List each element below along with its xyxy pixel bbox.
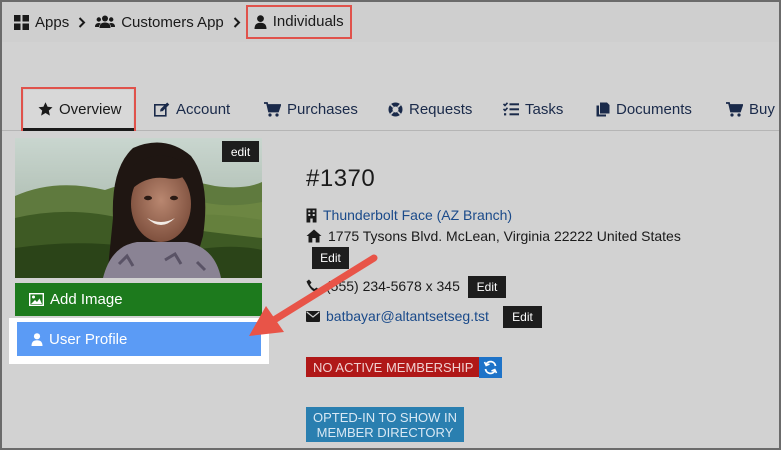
email-row: batbayar@altantsetseg.tst <box>306 308 489 324</box>
breadcrumb-customers-app-label: Customers App <box>121 13 224 31</box>
tab-bar: Overview Account Purchases Requests Task… <box>2 87 779 131</box>
phone-row: (555) 234-5678 x 345 <box>306 278 460 294</box>
support-icon <box>388 102 403 116</box>
tab-requests-label: Requests <box>409 100 473 118</box>
tab-account-label: Account <box>176 100 231 118</box>
users-icon <box>95 15 116 28</box>
tab-buy-label: Buy <box>749 100 775 118</box>
edit-icon <box>154 102 170 117</box>
refresh-icon <box>483 360 498 375</box>
tab-account[interactable]: Account <box>154 87 230 131</box>
tab-purchases[interactable]: Purchases <box>264 87 358 131</box>
phone-icon <box>306 279 320 293</box>
main-content: Overview Account Purchases Requests Task… <box>2 42 779 448</box>
phone-text: (555) 234-5678 x 345 <box>326 278 460 294</box>
window-frame: Apps Customers App Individuals Overview … <box>0 0 781 450</box>
breadcrumb-apps-label: Apps <box>35 13 70 31</box>
refresh-membership-button[interactable] <box>479 357 502 378</box>
tab-requests[interactable]: Requests <box>388 87 472 131</box>
chevron-right-icon <box>78 16 86 28</box>
user-profile-highlight: User Profile <box>9 318 269 364</box>
breadcrumb-customers-app[interactable]: Customers App <box>95 14 224 31</box>
member-directory-line-1: OPTED-IN TO SHOW IN <box>313 410 457 425</box>
tab-purchases-label: Purchases <box>287 100 358 118</box>
organization-link[interactable]: Thunderbolt Face (AZ Branch) <box>323 207 512 223</box>
address-edit-button[interactable]: Edit <box>312 247 349 269</box>
home-icon <box>306 229 322 243</box>
tab-tasks[interactable]: Tasks <box>503 87 563 131</box>
breadcrumb: Apps Customers App Individuals <box>2 2 779 42</box>
email-link[interactable]: batbayar@altantsetseg.tst <box>326 308 489 324</box>
user-profile-button[interactable]: User Profile <box>17 322 261 356</box>
image-icon <box>29 293 44 306</box>
membership-status-badge: NO ACTIVE MEMBERSHIP <box>306 357 481 377</box>
address-text: 1775 Tysons Blvd. McLean, Virginia 22222… <box>328 228 681 244</box>
building-icon <box>306 208 317 222</box>
tasks-icon <box>503 102 519 116</box>
tab-documents-label: Documents <box>616 100 692 118</box>
user-profile-label: User Profile <box>49 330 128 348</box>
address-row: 1775 Tysons Blvd. McLean, Virginia 22222… <box>306 228 681 244</box>
tab-overview-label: Overview <box>59 100 122 118</box>
documents-icon <box>596 102 610 116</box>
profile-photo: edit <box>15 138 262 278</box>
user-icon <box>254 14 267 29</box>
member-directory-line-2: MEMBER DIRECTORY <box>316 425 454 440</box>
chevron-right-icon <box>233 16 241 28</box>
tab-documents[interactable]: Documents <box>596 87 692 131</box>
cart-icon <box>264 101 281 117</box>
member-directory-badge: OPTED-IN TO SHOW IN MEMBER DIRECTORY <box>306 407 464 442</box>
add-image-button[interactable]: Add Image <box>15 283 262 316</box>
breadcrumb-apps[interactable]: Apps <box>14 14 69 31</box>
tab-tasks-label: Tasks <box>525 100 564 118</box>
grid-icon <box>14 14 29 30</box>
record-id: #1370 <box>306 165 376 192</box>
email-edit-button[interactable]: Edit <box>503 306 542 328</box>
photo-edit-button[interactable]: edit <box>222 141 259 162</box>
breadcrumb-individuals-label: Individuals <box>272 13 344 30</box>
breadcrumb-individuals[interactable]: Individuals <box>245 5 352 39</box>
envelope-icon <box>306 310 320 322</box>
add-image-label: Add Image <box>50 291 123 308</box>
phone-edit-button[interactable]: Edit <box>468 276 506 298</box>
tab-overview[interactable]: Overview <box>21 87 136 131</box>
user-icon <box>31 332 43 346</box>
star-icon <box>38 102 53 116</box>
tab-buy[interactable]: Buy <box>726 87 775 131</box>
cart-icon <box>726 101 743 117</box>
organization-row: Thunderbolt Face (AZ Branch) <box>306 207 512 223</box>
